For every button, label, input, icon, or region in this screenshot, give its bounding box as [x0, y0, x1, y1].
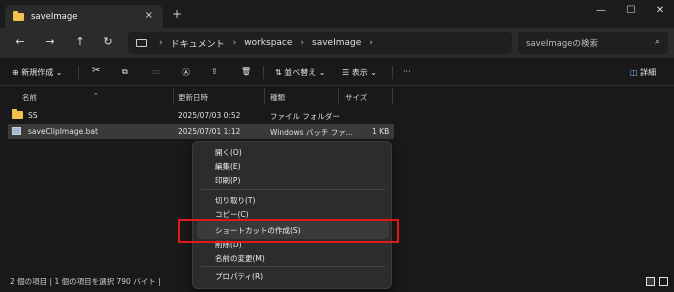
- details-view-icon[interactable]: [646, 277, 655, 286]
- folder-icon: [12, 109, 23, 119]
- file-date: 2025/07/03 0:52: [178, 111, 241, 120]
- search-placeholder: saveImageの検索: [526, 39, 599, 49]
- view-label: 表示: [351, 68, 368, 77]
- file-type: ファイル フォルダー: [270, 112, 340, 121]
- column-type[interactable]: 種類: [270, 92, 285, 103]
- back-icon[interactable]: ←: [12, 35, 28, 48]
- details-pane-button[interactable]: ◫ 詳細: [630, 67, 656, 78]
- new-tab-button[interactable]: +: [172, 7, 182, 21]
- search-input[interactable]: saveImageの検索 ⌕: [518, 32, 668, 54]
- menu-item-properties[interactable]: プロパティ(R): [215, 271, 263, 282]
- title-bar: saveImage × + — ☐ ✕: [0, 0, 674, 28]
- file-row[interactable]: SS 2025/07/03 0:52 ファイル フォルダー: [8, 108, 394, 123]
- column-divider[interactable]: [392, 88, 393, 104]
- menu-separator: [201, 189, 385, 190]
- refresh-icon[interactable]: ↻: [100, 35, 116, 48]
- navigation-bar: ← → ↑ ↻ › ドキュメント › workspace › saveImage…: [0, 28, 674, 58]
- menu-item-print[interactable]: 印刷(P): [215, 175, 240, 186]
- search-icon: ⌕: [654, 37, 660, 47]
- more-options-icon[interactable]: ···: [403, 67, 411, 76]
- status-bar-text: 2 個の項目 | 1 個の項目を選択 790 バイト |: [10, 277, 161, 286]
- forward-icon[interactable]: →: [42, 35, 58, 48]
- details-pane-icon: ◫: [630, 68, 638, 77]
- view-icon: ☰: [342, 68, 350, 77]
- column-divider[interactable]: [264, 88, 265, 104]
- delete-icon[interactable]: 🗑: [241, 67, 251, 76]
- breadcrumb-documents[interactable]: ドキュメント: [171, 37, 225, 50]
- divider: [263, 66, 264, 79]
- chevron-down-icon: ⌄: [370, 68, 377, 77]
- file-name: SS: [28, 111, 38, 120]
- share-icon[interactable]: ⇪: [211, 67, 218, 76]
- column-date[interactable]: 更新日時: [178, 92, 208, 103]
- breadcrumb-saveimage[interactable]: saveImage: [312, 38, 361, 48]
- sort-label: 並べ替え: [284, 68, 317, 77]
- menu-item-cut[interactable]: 切り取り(T): [215, 195, 255, 206]
- tab-saveimage[interactable]: saveImage ×: [5, 5, 163, 28]
- file-row-selected[interactable]: saveClipImage.bat 2025/07/01 1:12 Window…: [8, 124, 394, 139]
- close-button[interactable]: ✕: [650, 5, 670, 16]
- file-name: saveClipImage.bat: [28, 127, 98, 136]
- file-size: 1 KB: [372, 127, 390, 136]
- breadcrumb-separator: ›: [232, 38, 237, 48]
- sort-icon: ⇅: [275, 68, 282, 77]
- plus-circle-icon: ⊕: [12, 68, 19, 77]
- tab-title: saveImage: [31, 11, 78, 22]
- breadcrumb-separator: ›: [369, 38, 373, 48]
- sort-arrow-icon: ⌃: [93, 92, 99, 100]
- command-toolbar: ⊕ 新規作成 ⌄ ✂ ⧉ ▭ Ⓐ ⇪ 🗑 ⇅ 並べ替え ⌄ ☰ 表示 ⌄ ···…: [0, 58, 674, 86]
- breadcrumb-separator: ›: [300, 38, 305, 48]
- chevron-down-icon: ⌄: [318, 68, 326, 77]
- menu-item-open[interactable]: 開く(O): [215, 147, 242, 158]
- monitor-icon: [136, 39, 147, 47]
- menu-item-edit[interactable]: 編集(E): [215, 161, 241, 172]
- details-label: 詳細: [640, 68, 657, 77]
- menu-separator: [201, 266, 385, 267]
- folder-icon: [13, 10, 24, 21]
- column-divider[interactable]: [338, 88, 339, 104]
- highlight-annotation-box: [178, 219, 399, 243]
- maximize-button[interactable]: ☐: [621, 5, 641, 16]
- paste-icon[interactable]: ▭: [152, 67, 160, 76]
- new-button[interactable]: ⊕ 新規作成 ⌄: [12, 67, 63, 78]
- copy-icon[interactable]: ⧉: [122, 67, 128, 77]
- batch-file-icon: [12, 127, 21, 135]
- new-button-label: 新規作成: [21, 68, 54, 77]
- tab-close-icon[interactable]: ×: [145, 10, 153, 21]
- sort-button[interactable]: ⇅ 並べ替え ⌄: [275, 67, 326, 78]
- divider: [392, 66, 393, 79]
- column-size[interactable]: サイズ: [345, 92, 367, 103]
- tiles-view-icon[interactable]: [659, 277, 668, 286]
- column-divider[interactable]: [173, 88, 174, 104]
- rename-icon[interactable]: Ⓐ: [182, 67, 190, 78]
- chevron-down-icon: ⌄: [55, 68, 63, 77]
- view-button[interactable]: ☰ 表示 ⌄: [342, 67, 377, 78]
- file-date: 2025/07/01 1:12: [178, 127, 241, 136]
- context-menu: 開く(O) 編集(E) 印刷(P) 切り取り(T) コピー(C) ショートカット…: [192, 141, 392, 289]
- file-type: Windows バッチ ファ...: [270, 128, 353, 137]
- address-bar[interactable]: › ドキュメント › workspace › saveImage ›: [128, 32, 512, 54]
- divider: [78, 66, 79, 79]
- breadcrumb-workspace[interactable]: workspace: [244, 38, 292, 48]
- menu-item-rename[interactable]: 名前の変更(M): [215, 253, 265, 264]
- cut-icon[interactable]: ✂: [92, 65, 100, 76]
- column-name[interactable]: 名前: [22, 92, 37, 103]
- minimize-button[interactable]: —: [591, 5, 611, 16]
- up-icon[interactable]: ↑: [72, 35, 88, 48]
- breadcrumb-separator: ›: [159, 38, 163, 48]
